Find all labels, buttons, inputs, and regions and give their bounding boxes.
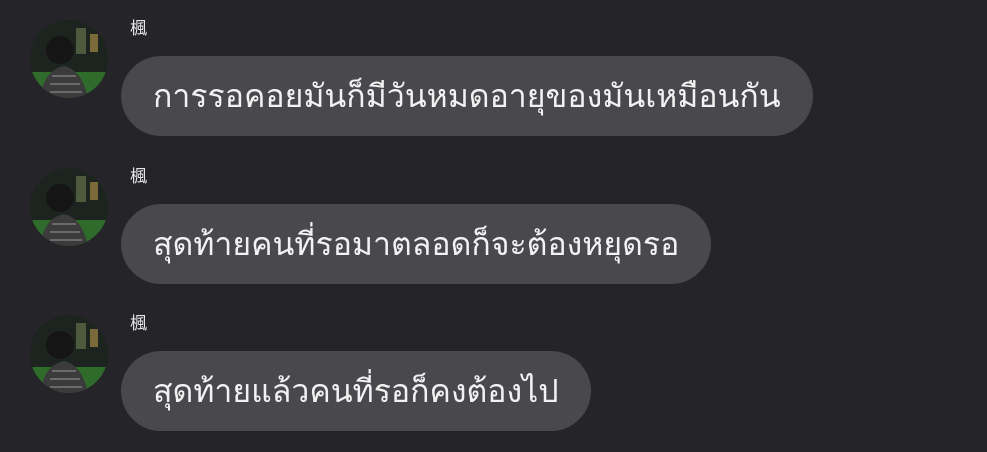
avatar[interactable]: [30, 168, 108, 246]
message-text: สุดท้ายคนที่รอมาตลอดก็จะต้องหยุดรอ: [153, 225, 680, 263]
avatar-photo-icon: [30, 168, 108, 246]
message-row: 楓 การรอคอยมันก็มีวันหมดอายุของมันเหมือนก…: [0, 10, 987, 140]
message-row: 楓 สุดท้ายแล้วคนที่รอก็คงต้องไป: [0, 305, 987, 435]
message-text: การรอคอยมันก็มีวันหมดอายุของมันเหมือนกัน: [153, 77, 781, 115]
avatar-photo-icon: [30, 20, 108, 98]
sender-name: 楓: [130, 19, 147, 39]
sender-name: 楓: [130, 167, 147, 187]
message-bubble[interactable]: การรอคอยมันก็มีวันหมดอายุของมันเหมือนกัน: [121, 56, 813, 136]
message-row: 楓 สุดท้ายคนที่รอมาตลอดก็จะต้องหยุดรอ: [0, 158, 987, 288]
avatar[interactable]: [30, 20, 108, 98]
message-bubble[interactable]: สุดท้ายแล้วคนที่รอก็คงต้องไป: [121, 351, 591, 431]
message-bubble[interactable]: สุดท้ายคนที่รอมาตลอดก็จะต้องหยุดรอ: [121, 204, 712, 284]
avatar[interactable]: [30, 315, 108, 393]
sender-name: 楓: [130, 314, 147, 334]
avatar-photo-icon: [30, 315, 108, 393]
message-text: สุดท้ายแล้วคนที่รอก็คงต้องไป: [153, 372, 559, 410]
